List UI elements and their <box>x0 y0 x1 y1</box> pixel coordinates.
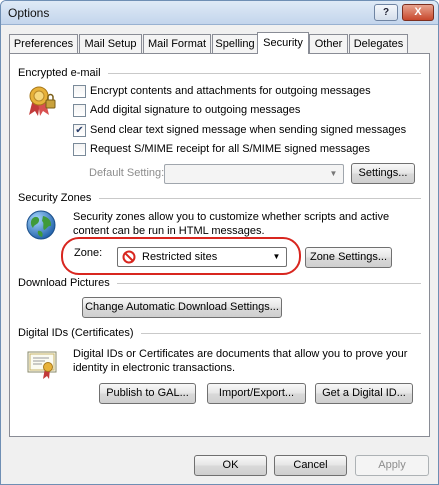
options-dialog: Options ? X Preferences Mail Setup Mail … <box>0 0 439 485</box>
add-signature-checkbox[interactable] <box>73 104 86 117</box>
default-setting-label: Default Setting: <box>89 167 165 179</box>
security-zones-heading: Security Zones <box>18 192 92 204</box>
smime-receipt-checkbox[interactable] <box>73 143 86 156</box>
clear-text-signed-checkbox[interactable]: ✔ <box>73 124 86 137</box>
download-pictures-separator <box>117 283 421 284</box>
security-zones-description: Security zones allow you to customize wh… <box>73 211 390 237</box>
zone-dropdown[interactable]: Restricted sites ▼ <box>117 247 287 267</box>
globe-icon <box>26 210 56 240</box>
restricted-sites-icon <box>122 250 136 264</box>
tab-security[interactable]: Security <box>257 32 309 54</box>
tab-mail-format[interactable]: Mail Format <box>143 34 211 53</box>
encrypt-contents-label: Encrypt contents and attachments for out… <box>90 85 371 97</box>
certificate-document-icon <box>27 351 57 379</box>
tab-other[interactable]: Other <box>309 34 348 53</box>
download-pictures-heading: Download Pictures <box>18 277 110 289</box>
default-setting-dropdown[interactable]: ▼ <box>164 164 344 184</box>
tab-mail-setup[interactable]: Mail Setup <box>79 34 142 53</box>
get-digital-id-button[interactable]: Get a Digital ID... <box>315 383 413 404</box>
publish-to-gal-button[interactable]: Publish to GAL... <box>99 383 196 404</box>
chevron-down-icon: ▼ <box>272 252 281 261</box>
ok-button[interactable]: OK <box>194 455 267 476</box>
digital-ids-description: Digital IDs or Certificates are document… <box>73 348 408 374</box>
settings-button[interactable]: Settings... <box>351 163 415 184</box>
title-bar[interactable]: Options ? X <box>1 1 438 25</box>
security-zones-separator <box>99 198 421 199</box>
tab-preferences[interactable]: Preferences <box>9 34 78 53</box>
window-title: Options <box>8 6 50 20</box>
tab-spelling[interactable]: Spelling <box>212 34 258 53</box>
import-export-button[interactable]: Import/Export... <box>207 383 306 404</box>
chevron-down-icon: ▼ <box>329 169 338 178</box>
cancel-button[interactable]: Cancel <box>274 455 347 476</box>
help-button[interactable]: ? <box>374 4 398 21</box>
add-signature-label: Add digital signature to outgoing messag… <box>90 104 301 116</box>
zone-value: Restricted sites <box>142 251 218 263</box>
certificate-seal-icon <box>29 86 56 116</box>
encrypted-email-separator <box>108 73 421 74</box>
digital-ids-separator <box>141 333 421 334</box>
tab-delegates[interactable]: Delegates <box>349 34 408 53</box>
clear-text-signed-label: Send clear text signed message when send… <box>90 124 407 136</box>
change-download-settings-button[interactable]: Change Automatic Download Settings... <box>82 297 282 318</box>
close-button[interactable]: X <box>402 4 434 21</box>
encrypt-contents-checkbox[interactable] <box>73 85 86 98</box>
encrypted-email-heading: Encrypted e-mail <box>18 67 101 79</box>
zone-settings-button[interactable]: Zone Settings... <box>305 247 392 268</box>
apply-button[interactable]: Apply <box>355 455 429 476</box>
digital-ids-heading: Digital IDs (Certificates) <box>18 327 134 339</box>
smime-receipt-label: Request S/MIME receipt for all S/MIME si… <box>90 143 370 155</box>
zone-label: Zone: <box>74 247 103 259</box>
